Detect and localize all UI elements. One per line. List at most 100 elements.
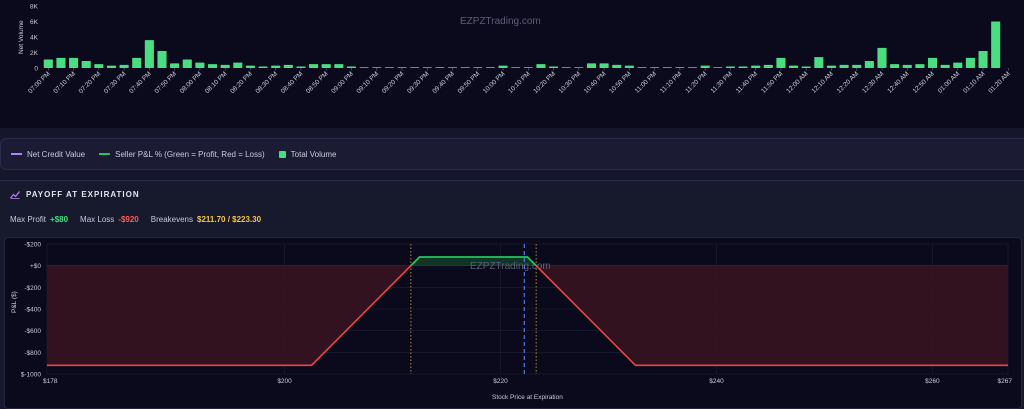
volume-bar	[991, 21, 1001, 68]
volume-bar	[978, 50, 988, 68]
volume-x-tick: 01:00 AM	[937, 70, 961, 94]
legend-item-net-credit[interactable]: Net Credit Value	[11, 150, 85, 159]
volume-bar	[384, 67, 394, 69]
breakevens-value: $211.70 / $223.30	[197, 215, 262, 224]
volume-bar	[106, 65, 117, 68]
volume-x-tick: 09:50 PM	[457, 70, 482, 95]
volume-bar	[309, 64, 319, 68]
volume-bar	[637, 67, 647, 69]
payoff-y-tick: -$400	[24, 307, 41, 314]
legend-item-seller-pnl[interactable]: Seller P&L % (Green = Profit, Red = Loss…	[99, 150, 265, 159]
payoff-chart-area: EZPZTrading.com -$200 +$0 -$200 -$400 -$600 -…	[4, 237, 1022, 409]
volume-bar	[586, 63, 597, 68]
volume-bar	[864, 61, 874, 68]
max-loss-stat: Max Loss -$920	[80, 215, 139, 224]
payoff-x-tick: $240	[709, 378, 724, 385]
volume-bar	[245, 65, 255, 68]
volume-bar	[965, 57, 975, 68]
volume-x-tick: 01:10 AM	[962, 70, 986, 94]
payoff-watermark: EZPZTrading.com	[470, 261, 551, 272]
volume-bar	[927, 57, 938, 68]
volume-bar	[435, 67, 445, 69]
volume-x-tick: 11:40 PM	[735, 70, 759, 94]
payoff-x-tick: $200	[277, 378, 292, 385]
max-loss-value: -$920	[118, 215, 139, 224]
volume-x-tick: 10:00 PM	[482, 70, 507, 95]
volume-chart: EZPZTrading.com Net Volume 8K 6K 4K 2K 0 07:…	[18, 4, 1012, 96]
legend-label-seller-pnl: Seller P&L % (Green = Profit, Red = Loss…	[115, 149, 265, 159]
payoff-y-tick: -$800	[24, 350, 41, 357]
volume-x-tick: 11:20 PM	[684, 70, 708, 94]
payoff-y-axis-label: P&L ($)	[11, 291, 18, 313]
payoff-y-tick: $-1000	[21, 372, 42, 379]
volume-bar	[801, 66, 811, 68]
volume-bar	[675, 67, 685, 69]
volume-bar	[220, 64, 230, 68]
volume-bar	[511, 67, 521, 69]
max-profit-label: Max Profit	[10, 215, 47, 224]
payoff-title: PAYOFF AT EXPIRATION	[26, 190, 140, 199]
volume-bar	[473, 67, 483, 69]
volume-bar	[132, 57, 142, 68]
volume-bar	[599, 63, 609, 68]
volume-bar	[43, 59, 53, 68]
volume-bar	[170, 63, 180, 68]
volume-bar	[258, 66, 268, 68]
volume-bar	[877, 47, 887, 68]
payoff-x-tick: $267	[998, 378, 1013, 385]
volume-x-tick: 10:40 PM	[583, 70, 608, 95]
volume-bar	[144, 40, 154, 68]
volume-bar	[890, 64, 900, 68]
volume-y-tick: 4K	[30, 35, 39, 42]
volume-bar	[69, 57, 79, 68]
volume-y-tick: 0	[34, 66, 38, 73]
volume-bar	[624, 65, 634, 68]
volume-bar	[81, 61, 91, 68]
volume-x-tick: 07:40 PM	[128, 70, 153, 95]
volume-bar	[157, 50, 167, 68]
volume-bar	[359, 67, 369, 69]
volume-x-tick: 09:40 PM	[431, 70, 456, 95]
volume-x-tick: 09:00 PM	[330, 70, 355, 95]
volume-x-tick: 12:10 AM	[811, 70, 835, 94]
volume-x-tick: 10:30 PM	[558, 70, 583, 95]
volume-x-tick: 08:00 PM	[179, 70, 204, 95]
seller-pnl-swatch	[99, 153, 111, 155]
chart-legend: Net Credit Value Seller P&L % (Green = P…	[0, 138, 1024, 170]
volume-bar	[498, 65, 508, 68]
volume-bar	[940, 64, 950, 68]
volume-bar	[410, 67, 420, 69]
breakevens-label: Breakevens	[150, 215, 193, 224]
payoff-x-tick: $220	[493, 378, 508, 385]
volume-x-tick: 07:00 PM	[27, 70, 52, 95]
volume-x-tick: 09:30 PM	[406, 70, 431, 95]
volume-chart-panel: EZPZTrading.com Net Volume 8K 6K 4K 2K 0 07:…	[0, 0, 1024, 128]
volume-x-tick: 08:40 PM	[280, 70, 305, 95]
volume-bar	[549, 66, 559, 68]
volume-x-tick: 11:10 PM	[659, 70, 683, 94]
volume-bar	[119, 64, 129, 68]
max-profit-stat: Max Profit +$80	[10, 215, 68, 224]
volume-x-tick: 08:50 PM	[305, 70, 330, 95]
breakevens-stat: Breakevens $211.70 / $223.30	[151, 215, 261, 224]
legend-item-total-volume[interactable]: Total Volume	[278, 150, 336, 159]
volume-bar	[814, 57, 824, 68]
volume-bar	[713, 67, 723, 69]
volume-x-tick: 11:50 PM	[760, 70, 784, 94]
volume-bar	[953, 62, 963, 68]
loss-region-fill	[47, 265, 1008, 366]
volume-bar	[662, 67, 672, 69]
volume-x-tick: 08:10 PM	[204, 70, 229, 95]
volume-x-tick: 07:20 PM	[78, 70, 103, 95]
payoff-card: PAYOFF AT EXPIRATION Max Profit +$80 Max…	[0, 180, 1024, 409]
payoff-y-tick: -$600	[24, 328, 41, 335]
volume-bar	[296, 66, 306, 68]
volume-bar	[321, 64, 331, 68]
volume-x-tick: 08:20 PM	[229, 70, 254, 95]
volume-bar	[763, 64, 773, 68]
volume-bar	[56, 57, 66, 68]
max-profit-value: +$80	[50, 215, 69, 224]
volume-x-tick: 11:30 PM	[710, 70, 734, 94]
volume-bar	[574, 67, 584, 69]
payoff-stats: Max Profit +$80 Max Loss -$920 Breakeven…	[10, 215, 261, 224]
